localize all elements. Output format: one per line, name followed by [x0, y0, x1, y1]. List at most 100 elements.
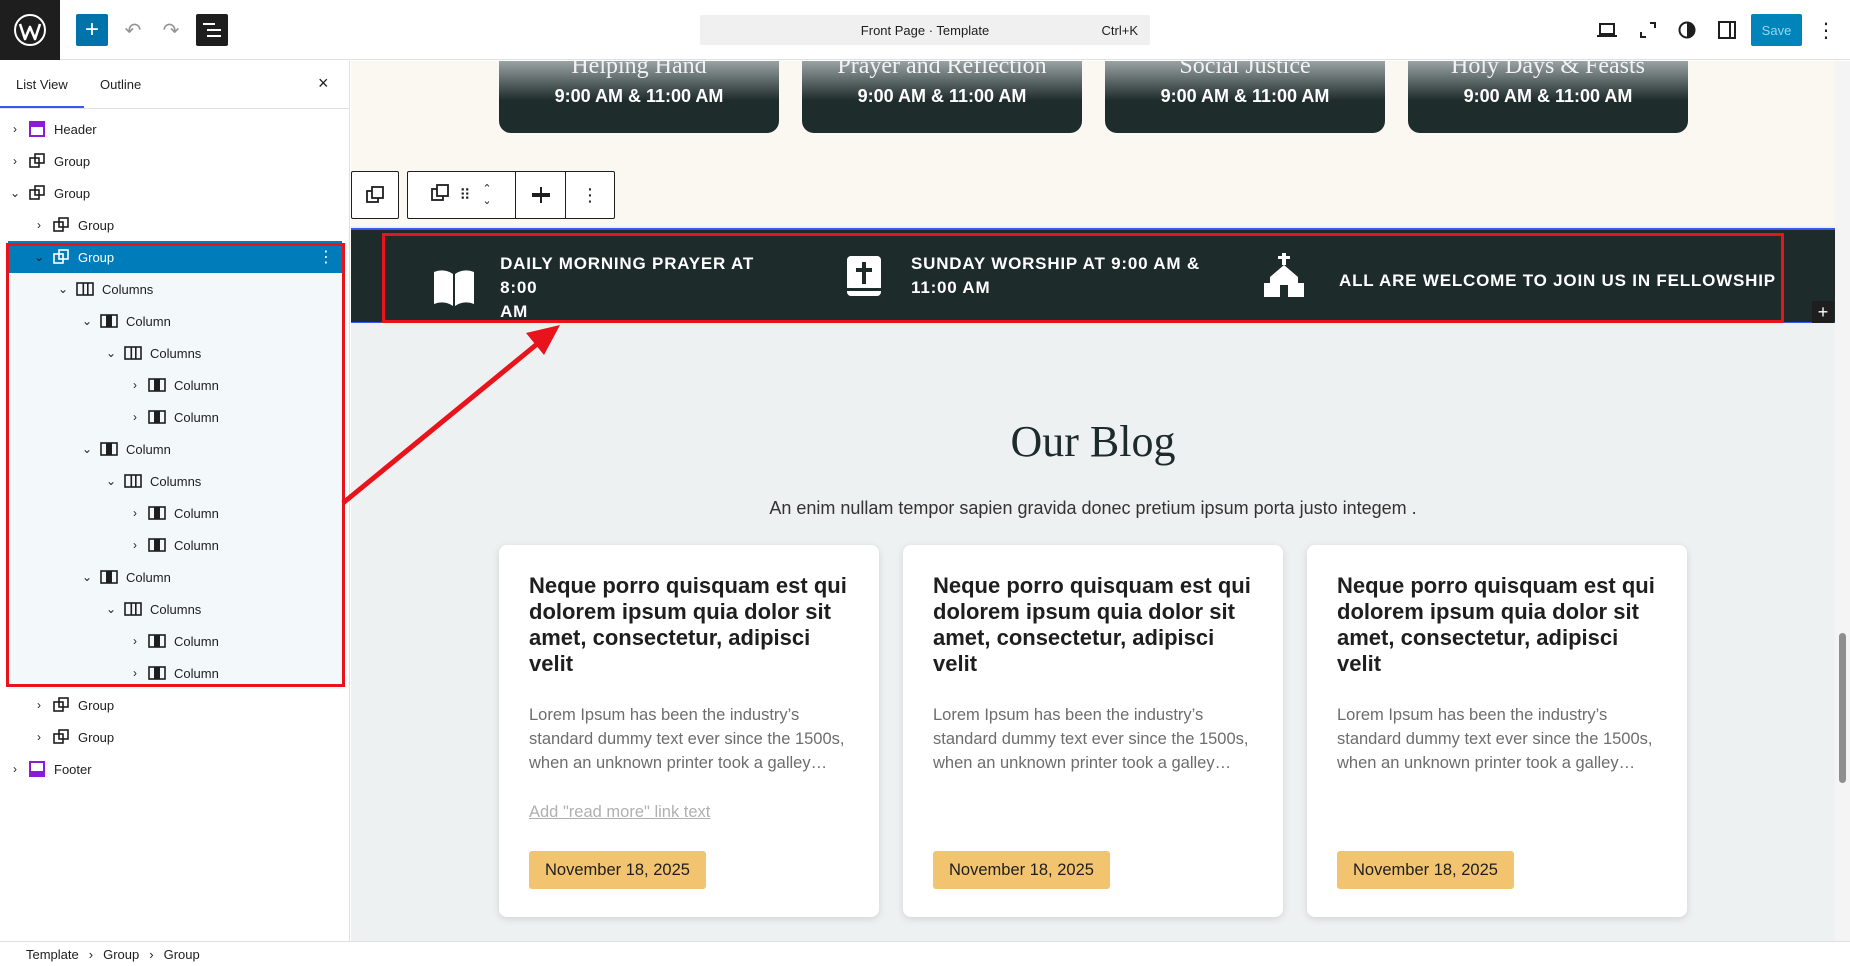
breadcrumb-group[interactable]: Group: [103, 947, 139, 962]
service-time: 9:00 AM & 11:00 AM: [554, 86, 724, 106]
canvas-scrollbar[interactable]: [1835, 61, 1850, 941]
styles-icon[interactable]: [1675, 18, 1699, 42]
sidebar-item-columns[interactable]: ⌄ Columns: [8, 337, 342, 369]
wordpress-logo-icon[interactable]: [0, 0, 60, 60]
sidebar-item-footer[interactable]: › Footer: [0, 753, 350, 785]
tab-list-view[interactable]: List View: [16, 77, 68, 92]
chevron-icon[interactable]: ›: [128, 666, 142, 680]
sidebar-item-column[interactable]: › Column: [8, 625, 342, 657]
more-options-icon[interactable]: ⋮: [566, 172, 614, 218]
sidebar-item-label: Group: [54, 153, 91, 169]
features-band[interactable]: DAILY MORNING PRAYER AT 8:00 AM SUNDAY WO…: [351, 228, 1835, 323]
sidebar-item-column[interactable]: › Column: [8, 497, 342, 529]
fullscreen-icon[interactable]: [1636, 18, 1660, 42]
service-title: Prayer and Reflection: [837, 61, 1047, 79]
sidebar-item-group[interactable]: › Group: [0, 145, 350, 177]
service-card[interactable]: Holy Days & Feasts 9:00 AM & 11:00 AM: [1408, 61, 1688, 133]
chevron-icon[interactable]: ›: [32, 698, 46, 712]
block-options-icon[interactable]: ⋮: [318, 247, 334, 267]
chevron-icon[interactable]: ›: [128, 538, 142, 552]
chevron-icon[interactable]: ⌄: [104, 474, 118, 488]
sidebar-item-group[interactable]: ⌄ Group ⋮: [8, 241, 342, 273]
redo-icon[interactable]: ↷: [155, 14, 187, 46]
blog-post-card[interactable]: Neque porro quisquam est qui dolorem ips…: [903, 545, 1283, 917]
chevron-icon[interactable]: ⌄: [32, 250, 46, 264]
post-date: November 18, 2025: [933, 851, 1110, 889]
chevron-icon[interactable]: ›: [32, 730, 46, 744]
service-card[interactable]: Prayer and Reflection 9:00 AM & 11:00 AM: [802, 61, 1082, 133]
sidebar-item-column[interactable]: › Column: [8, 401, 342, 433]
group-block-icon[interactable]: [431, 183, 450, 207]
undo-icon[interactable]: ↶: [117, 14, 149, 46]
chevron-icon[interactable]: ⌄: [80, 314, 94, 328]
chevron-icon[interactable]: ⌄: [104, 346, 118, 360]
sidebar-item-columns[interactable]: ⌄ Columns: [8, 465, 342, 497]
sidebar-item-group[interactable]: › Group: [0, 689, 350, 721]
blog-subtitle: An enim nullam tempor sapien gravida don…: [769, 498, 1417, 518]
service-title: Holy Days & Feasts: [1451, 61, 1645, 79]
chevron-icon[interactable]: ⌄: [104, 602, 118, 616]
move-up-down-icon[interactable]: ⌃ ⌄: [482, 183, 491, 207]
column-block-icon: [148, 536, 166, 554]
sidebar-item-columns[interactable]: ⌄ Columns: [8, 593, 342, 625]
sidebar-item-column[interactable]: ⌄ Column: [8, 305, 342, 337]
chevron-icon[interactable]: ›: [8, 762, 22, 776]
list-view-sidebar: List View Outline × › Header › Group ⌄ Group ›…: [0, 61, 350, 941]
feature-item: DAILY MORNING PRAYER AT 8:00 AM: [431, 252, 791, 324]
chevron-icon[interactable]: ›: [8, 154, 22, 168]
sidebar-item-header[interactable]: › Header: [0, 113, 350, 145]
chevron-icon[interactable]: ⌄: [8, 186, 22, 200]
post-excerpt: Lorem Ipsum has been the industry’s stan…: [1337, 706, 1653, 772]
chevron-icon[interactable]: ›: [8, 122, 22, 136]
drag-handle-icon[interactable]: ⠿: [459, 186, 470, 204]
sidebar-item-group[interactable]: › Group: [0, 209, 350, 241]
sidebar-item-columns[interactable]: ⌄ Columns: [8, 273, 342, 305]
breadcrumb-template[interactable]: Template: [26, 947, 79, 962]
service-card[interactable]: Helping Hand 9:00 AM & 11:00 AM: [499, 61, 779, 133]
add-block-button[interactable]: +: [76, 14, 108, 46]
chevron-icon[interactable]: ›: [128, 378, 142, 392]
sidebar-item-column[interactable]: › Column: [8, 657, 342, 689]
justify-icon[interactable]: [516, 172, 566, 218]
sidebar-item-label: Columns: [150, 473, 202, 489]
sidebar-item-column[interactable]: › Column: [8, 369, 342, 401]
sidebar-item-column[interactable]: ⌄ Column: [8, 561, 342, 593]
desktop-preview-icon[interactable]: [1595, 18, 1619, 42]
options-menu-icon[interactable]: ⋮: [1814, 18, 1838, 42]
blog-post-card[interactable]: Neque porro quisquam est qui dolorem ips…: [1307, 545, 1687, 917]
chevron-icon[interactable]: ⌄: [56, 282, 70, 296]
scrollbar-thumb[interactable]: [1839, 633, 1846, 783]
chevron-icon[interactable]: ›: [32, 218, 46, 232]
sidebar-item-column[interactable]: ⌄ Column: [8, 433, 342, 465]
command-palette-button[interactable]: Front Page · Template Ctrl+K: [700, 15, 1150, 45]
close-icon[interactable]: ×: [318, 73, 329, 94]
chevron-icon[interactable]: ›: [128, 410, 142, 424]
breadcrumb-group[interactable]: Group: [164, 947, 200, 962]
list-view-icon[interactable]: [196, 14, 228, 46]
chevron-icon[interactable]: ⌄: [80, 570, 94, 584]
chevron-icon[interactable]: ›: [128, 634, 142, 648]
sidebar-item-group[interactable]: › Group: [0, 721, 350, 753]
service-time: 9:00 AM & 11:00 AM: [1160, 86, 1330, 106]
post-title[interactable]: Neque porro quisquam est qui dolorem ips…: [933, 573, 1253, 677]
post-date: November 18, 2025: [529, 851, 706, 889]
post-title[interactable]: Neque porro quisquam est qui dolorem ips…: [529, 573, 849, 677]
service-time: 9:00 AM & 11:00 AM: [857, 86, 1027, 106]
select-parent-icon[interactable]: [352, 172, 398, 218]
tab-outline[interactable]: Outline: [100, 77, 141, 92]
sidebar-item-group[interactable]: ⌄ Group: [0, 177, 350, 209]
sidebar-item-label: Column: [174, 633, 219, 649]
service-time: 9:00 AM & 11:00 AM: [1463, 86, 1633, 106]
settings-sidebar-icon[interactable]: [1715, 18, 1739, 42]
service-card[interactable]: Social Justice 9:00 AM & 11:00 AM: [1105, 61, 1385, 133]
block-appender-plus-icon[interactable]: +: [1812, 301, 1834, 323]
chevron-icon[interactable]: ›: [128, 506, 142, 520]
read-more-placeholder[interactable]: Add "read more" link text: [529, 803, 710, 822]
sidebar-item-column[interactable]: › Column: [8, 529, 342, 561]
save-button[interactable]: Save: [1751, 14, 1802, 46]
blog-post-card[interactable]: Neque porro quisquam est qui dolorem ips…: [499, 545, 879, 917]
post-title[interactable]: Neque porro quisquam est qui dolorem ips…: [1337, 573, 1657, 677]
post-excerpt: Lorem Ipsum has been the industry’s stan…: [529, 706, 845, 772]
chevron-icon[interactable]: ⌄: [80, 442, 94, 456]
sidebar-item-label: Column: [174, 505, 219, 521]
